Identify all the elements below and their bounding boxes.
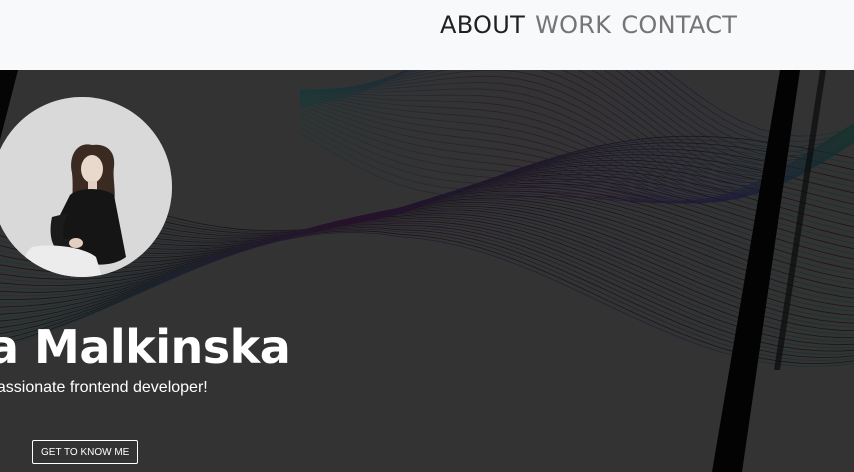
right-diagonal-bar: [712, 70, 800, 472]
nav-link-contact[interactable]: CONTACT: [621, 9, 737, 41]
top-navbar: ABOUT WORK CONTACT: [0, 0, 854, 70]
nav-link-about[interactable]: ABOUT: [440, 9, 525, 41]
nav-links: ABOUT WORK CONTACT: [440, 9, 747, 41]
nav-link-work[interactable]: WORK: [535, 9, 611, 41]
hero-section: a Malkinska passionate frontend develope…: [0, 70, 854, 472]
get-to-know-me-button[interactable]: GET TO KNOW ME: [32, 440, 139, 464]
avatar: [0, 97, 172, 277]
hero-name: a Malkinska: [0, 319, 291, 374]
profile-photo-icon: [0, 97, 172, 277]
hero-tagline: passionate frontend developer!: [0, 379, 208, 396]
